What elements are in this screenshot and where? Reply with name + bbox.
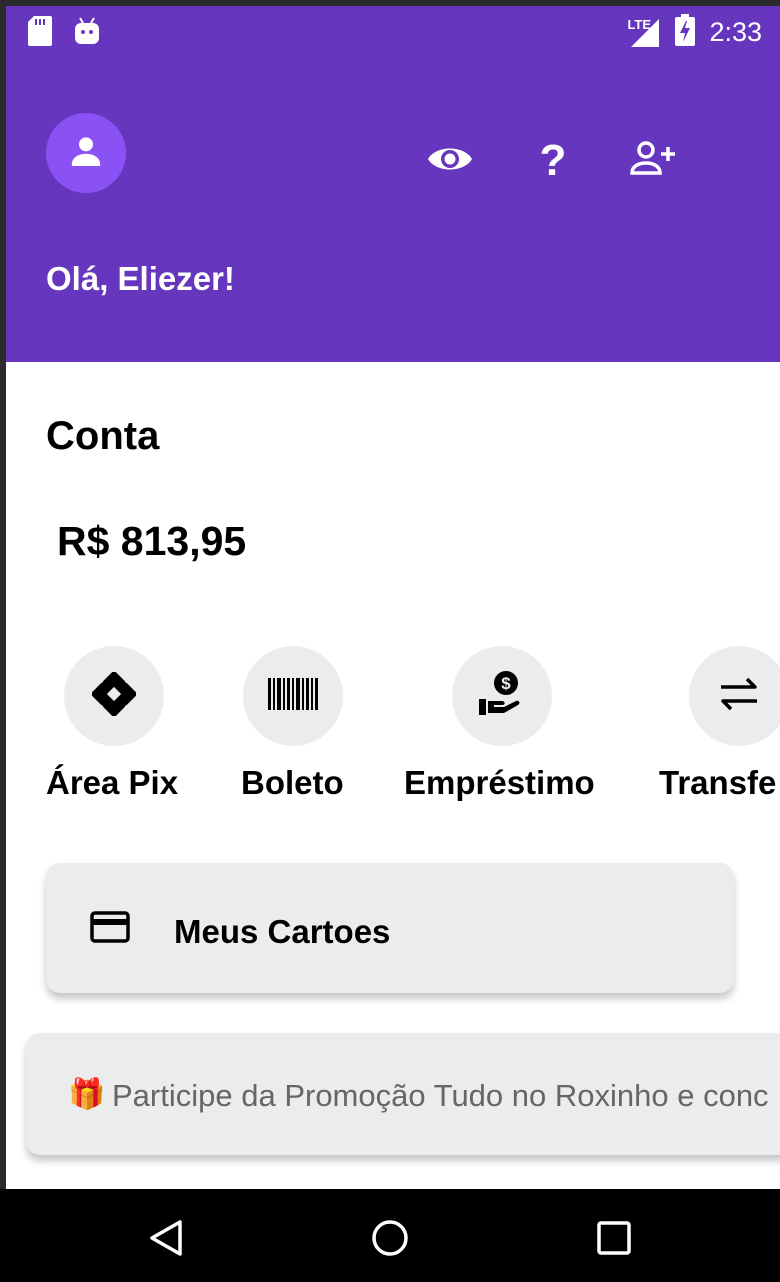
invite-button[interactable]	[628, 136, 678, 186]
barcode-icon	[268, 677, 318, 715]
my-cards-button[interactable]: Meus Cartoes	[46, 863, 734, 993]
promo-banner[interactable]: 🎁 Participe da Promoção Tudo no Roxinho …	[26, 1033, 780, 1155]
android-debug-icon	[74, 16, 100, 51]
action-transfer-button[interactable]	[689, 646, 780, 746]
sd-card-icon	[28, 16, 52, 51]
recents-icon	[596, 1220, 632, 1261]
clock: 2:33	[709, 17, 762, 47]
credit-card-icon	[90, 911, 130, 948]
help-button[interactable]: ?	[528, 136, 578, 186]
pix-icon	[91, 671, 137, 721]
loan-icon: $	[477, 669, 527, 724]
action-pix-label: Área Pix	[46, 764, 179, 801]
account-balance: R$ 813,95	[57, 518, 247, 564]
transfer-icon	[717, 674, 761, 719]
home-icon	[370, 1218, 410, 1263]
system-nav-bar	[0, 1189, 780, 1282]
help-icon: ?	[539, 136, 567, 185]
nav-home-button[interactable]	[365, 1215, 415, 1265]
eye-icon	[426, 142, 474, 181]
action-loan-button[interactable]: $	[452, 646, 552, 746]
action-pix-button[interactable]	[64, 646, 164, 746]
promo-text: Participe da Promoção Tudo no Roxinho e …	[112, 1078, 769, 1113]
avatar-button[interactable]	[46, 113, 126, 193]
toggle-visibility-button[interactable]	[425, 136, 475, 186]
battery-charging-icon	[675, 14, 696, 51]
quick-actions: Área Pix Boleto $ Empréstimo Transfe	[6, 646, 780, 826]
back-icon	[148, 1218, 184, 1263]
action-transfer-label: Transfe	[659, 764, 777, 801]
gift-icon: 🎁	[68, 1078, 106, 1111]
account-title: Conta	[46, 414, 160, 458]
nav-recents-button[interactable]	[589, 1215, 639, 1265]
greeting-text: Olá, Eliezer!	[46, 260, 235, 297]
avatar-icon	[66, 131, 106, 176]
action-loan-label: Empréstimo	[404, 764, 595, 801]
status-bar: LTE 2:33	[6, 6, 780, 54]
svg-text:$: $	[501, 674, 511, 693]
app-screen: LTE 2:33 ? Olá, Eliezer! Conta R$ 813,95…	[6, 6, 780, 1282]
action-boleto-label: Boleto	[241, 764, 344, 801]
my-cards-label: Meus Cartoes	[174, 913, 391, 950]
add-person-icon	[628, 139, 678, 184]
action-boleto-button[interactable]	[243, 646, 343, 746]
nav-back-button[interactable]	[141, 1215, 191, 1265]
app-header: LTE 2:33 ? Olá, Eliezer!	[6, 6, 780, 362]
signal-icon: LTE	[625, 17, 661, 49]
